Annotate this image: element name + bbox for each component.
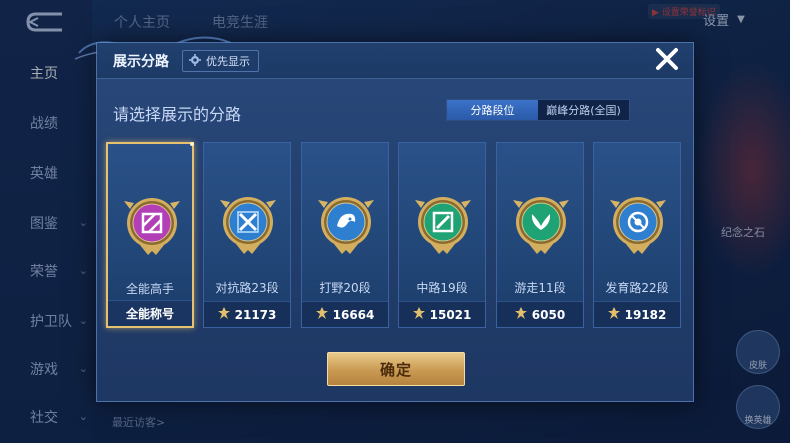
rank-stat-row: 19182	[594, 301, 680, 327]
rank-medal-icon	[511, 187, 571, 257]
route-card[interactable]: 游走11段 6050	[496, 142, 584, 328]
close-icon	[655, 47, 679, 75]
rank-name: 发育路22段	[605, 281, 669, 295]
dialog-header: 展示分路 优先显示	[97, 43, 693, 79]
rank-medal-icon	[316, 187, 376, 257]
rank-stat-row: 16664	[302, 301, 388, 327]
toggle-option-rank-label: 分路段位	[470, 104, 515, 117]
rank-stat-value: 15021	[429, 307, 472, 322]
rank-name: 游走11段	[514, 281, 566, 295]
priority-display-label: 优先显示	[206, 55, 250, 68]
rank-stat-row: 21173	[204, 301, 290, 327]
toggle-option-peak[interactable]: 巅峰分路(全国)	[538, 100, 629, 120]
rank-medal-icon	[122, 188, 182, 258]
rank-medal-icon	[218, 187, 278, 257]
route-card[interactable]: 打野20段 16664	[301, 142, 389, 328]
selection-sparkle-icon	[190, 142, 194, 146]
rank-medal-icon	[413, 187, 473, 257]
rank-stat-value: 全能称号	[125, 307, 174, 321]
route-card[interactable]: 中路19段 15021	[398, 142, 486, 328]
route-mode-toggle: 分路段位 巅峰分路(全国)	[446, 99, 630, 121]
target-icon	[610, 197, 666, 254]
route-display-dialog: 展示分路 优先显示 请选择展示的分路 分路段位 巅峰分路(全国) 全能高手 全能…	[74, 36, 694, 402]
confirm-button-label: 确定	[379, 360, 412, 379]
rank-stat-value: 6050	[531, 307, 566, 322]
rank-stat-row: 全能称号	[108, 300, 192, 326]
gear-icon	[189, 53, 201, 69]
rank-name: 对抗路23段	[215, 281, 279, 295]
power-icon	[315, 307, 328, 322]
rank-stat-value: 21173	[234, 307, 277, 322]
close-button[interactable]	[649, 45, 685, 77]
rank-medal-icon	[608, 187, 668, 257]
power-icon	[514, 307, 527, 322]
dialog-subtitle: 请选择展示的分路	[113, 105, 242, 124]
toggle-option-peak-label: 巅峰分路(全国)	[546, 104, 621, 117]
wand-icon	[415, 197, 471, 254]
confirm-button[interactable]: 确定	[327, 352, 465, 386]
power-icon	[412, 307, 425, 322]
beast-head-icon	[318, 197, 374, 254]
rank-stat-row: 15021	[399, 301, 485, 327]
rank-stat-row: 6050	[497, 301, 583, 327]
route-card[interactable]: 全能高手 全能称号	[106, 142, 194, 328]
crossed-swords-icon	[220, 197, 276, 254]
rank-stat-value: 16664	[332, 307, 375, 322]
rank-stat-value: 19182	[624, 307, 667, 322]
grid-emblem-icon	[124, 198, 180, 255]
toggle-option-rank[interactable]: 分路段位	[447, 100, 538, 120]
wings-icon	[513, 197, 569, 254]
power-icon	[217, 307, 230, 322]
power-icon	[607, 307, 620, 322]
route-card[interactable]: 发育路22段 19182	[593, 142, 681, 328]
dialog-title: 展示分路	[113, 54, 169, 70]
priority-display-button[interactable]: 优先显示	[182, 50, 259, 72]
route-card[interactable]: 对抗路23段 21173	[203, 142, 291, 328]
rank-name: 打野20段	[319, 281, 371, 295]
rank-name: 中路19段	[416, 281, 468, 295]
rank-name: 全能高手	[125, 282, 174, 296]
